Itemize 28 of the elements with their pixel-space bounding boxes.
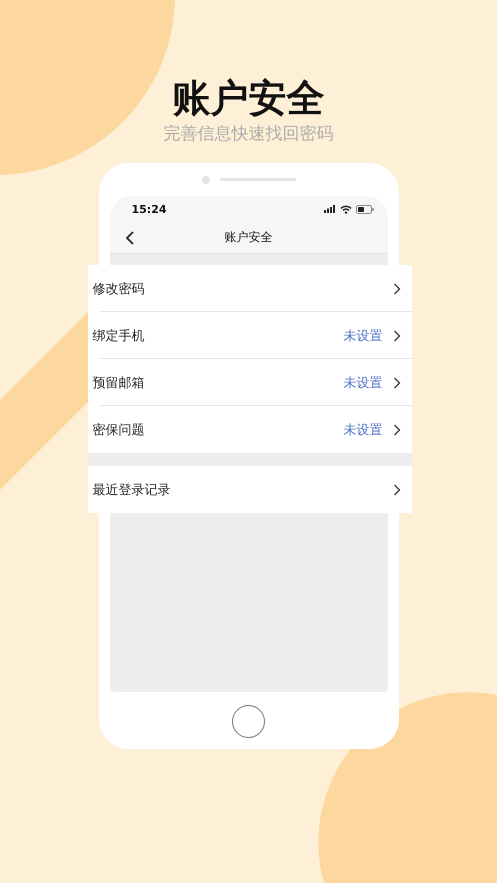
settings-row[interactable]: 预留邮箱 未设置 <box>88 359 412 406</box>
row-label: 绑定手机 <box>92 328 146 344</box>
row-label: 预留邮箱 <box>92 374 146 392</box>
battery-icon <box>356 204 374 214</box>
chevron-icon <box>392 330 400 342</box>
home-button[interactable] <box>232 705 265 738</box>
row-value: 未设置 <box>344 374 382 392</box>
row-label: 最近登录记录 <box>92 482 172 498</box>
screen-title: 账户安全 <box>224 229 272 246</box>
settings-row[interactable]: 密保问题 未设置 <box>88 406 412 453</box>
subheadline: 完善信息快速找回密码 <box>164 123 334 146</box>
row-value: 未设置 <box>344 422 382 438</box>
signal-icon <box>324 205 336 213</box>
camera-dot <box>202 176 210 184</box>
row-label: 修改密码 <box>92 280 146 298</box>
chevron-icon <box>392 282 400 294</box>
status-time: 15:24 <box>132 202 167 216</box>
settings-row[interactable]: 最近登录记录 <box>88 466 412 513</box>
headline: 账户安全 <box>172 76 324 120</box>
chevron-icon <box>392 424 400 436</box>
chevron-icon <box>392 376 400 388</box>
settings-row[interactable]: 绑定手机 未设置 <box>88 312 412 359</box>
wifi-icon <box>340 204 352 214</box>
row-value: 未设置 <box>344 328 382 344</box>
chevron-icon <box>392 484 400 496</box>
row-label: 密保问题 <box>92 422 146 438</box>
back-icon[interactable] <box>124 231 134 245</box>
settings-row[interactable]: 修改密码 <box>88 265 412 312</box>
